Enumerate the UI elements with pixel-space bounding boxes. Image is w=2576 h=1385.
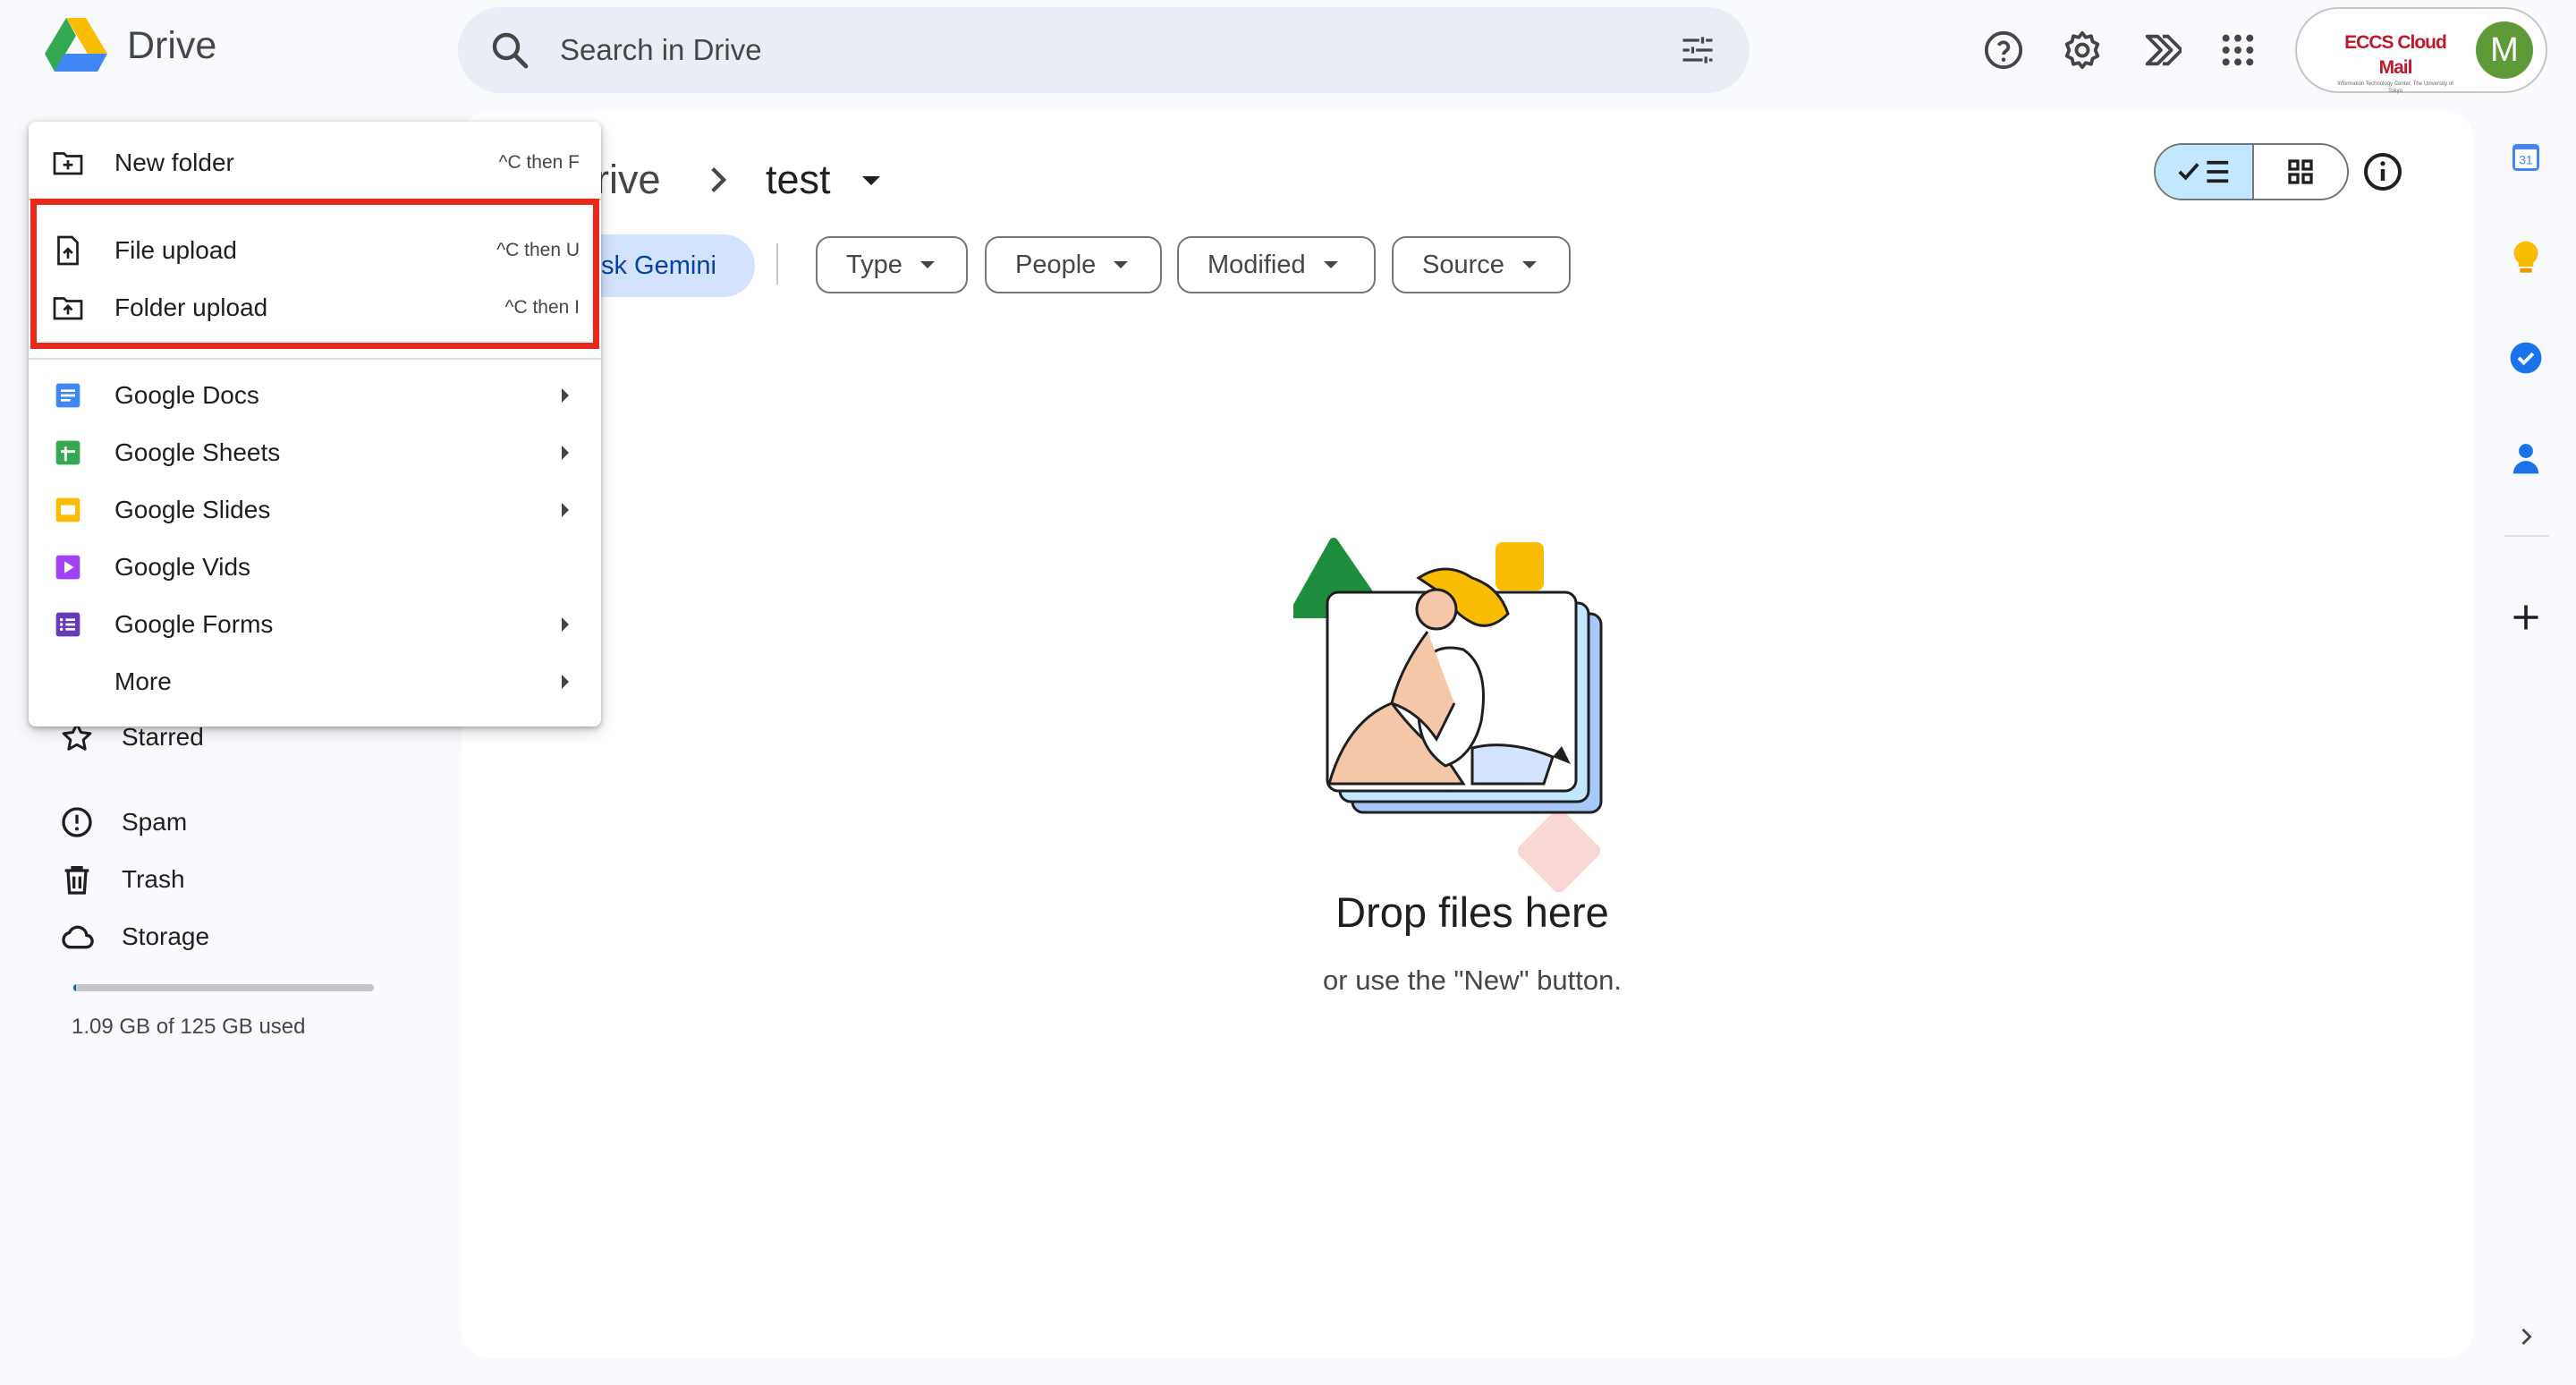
grid-view-button[interactable] bbox=[2254, 145, 2347, 199]
empty-state-illustration bbox=[1293, 538, 1603, 893]
nav-item-trash[interactable]: Trash bbox=[59, 854, 185, 905]
search-input[interactable]: Search in Drive bbox=[560, 29, 762, 72]
menu-item-label: Google Forms bbox=[114, 610, 274, 638]
keep-app-icon[interactable] bbox=[2504, 236, 2547, 279]
search-bar[interactable]: Search in Drive bbox=[458, 7, 1750, 93]
google-apps-icon[interactable] bbox=[2213, 25, 2263, 75]
google-slides-icon bbox=[50, 492, 86, 528]
cloud-icon bbox=[62, 925, 94, 949]
caret-down-icon bbox=[1114, 261, 1129, 268]
menu-item-google-forms[interactable]: Google Forms bbox=[29, 596, 601, 653]
menu-item-label: Google Docs bbox=[114, 381, 259, 409]
storage-usage-text: 1.09 GB of 125 GB used bbox=[72, 1015, 306, 1039]
menu-item-label: New folder bbox=[114, 149, 234, 176]
nav-item-storage[interactable]: Storage bbox=[59, 912, 209, 962]
menu-item-new-folder[interactable]: New folder ^C then F bbox=[29, 134, 601, 191]
empty-state-title: Drop files here bbox=[1335, 888, 1609, 936]
gemini-spark-icon[interactable] bbox=[2136, 25, 2186, 75]
info-icon[interactable] bbox=[2361, 150, 2404, 193]
filter-chip-label: Source bbox=[1422, 250, 1504, 279]
filter-chip-people[interactable]: People bbox=[985, 236, 1162, 293]
nav-label-storage: Storage bbox=[122, 922, 210, 950]
storage-meter bbox=[73, 984, 374, 991]
submenu-arrow-icon bbox=[562, 675, 569, 689]
google-sheets-icon bbox=[50, 435, 86, 471]
filter-chip-label: People bbox=[1015, 250, 1097, 279]
menu-item-shortcut: ^C then F bbox=[498, 152, 580, 173]
search-icon[interactable] bbox=[488, 29, 531, 72]
google-docs-icon bbox=[50, 378, 86, 413]
google-vids-icon bbox=[50, 549, 86, 585]
menu-item-label: Google Vids bbox=[114, 553, 251, 581]
storage-meter-fill bbox=[73, 984, 77, 991]
filter-chip-type[interactable]: Type bbox=[816, 236, 968, 293]
menu-item-google-vids[interactable]: Google Vids bbox=[29, 539, 601, 596]
submenu-arrow-icon bbox=[562, 446, 569, 460]
menu-item-label: More bbox=[114, 667, 172, 695]
contacts-app-icon[interactable] bbox=[2504, 437, 2547, 480]
new-item-menu: New folder ^C then F File upload ^C then… bbox=[29, 122, 601, 726]
filter-chip-source[interactable]: Source bbox=[1392, 236, 1571, 293]
menu-item-google-sheets[interactable]: Google Sheets bbox=[29, 424, 601, 481]
app-name: Drive bbox=[127, 23, 217, 67]
nav-item-spam[interactable]: Spam bbox=[59, 797, 187, 847]
menu-item-google-docs[interactable]: Google Docs bbox=[29, 367, 601, 424]
nav-label-starred: Starred bbox=[122, 723, 204, 751]
nav-label-trash: Trash bbox=[122, 865, 185, 893]
search-options-icon[interactable] bbox=[1678, 30, 1717, 70]
menu-item-more[interactable]: More bbox=[29, 653, 601, 710]
grid-icon bbox=[2288, 159, 2313, 184]
upload-options-highlight-box bbox=[30, 199, 599, 349]
get-add-ons-plus-icon[interactable] bbox=[2504, 596, 2547, 639]
show-side-panel-chevron-icon[interactable] bbox=[2504, 1315, 2547, 1358]
breadcrumb-parent[interactable]: rive bbox=[596, 149, 661, 211]
drive-logo-icon bbox=[45, 18, 107, 72]
drive-logo[interactable]: Drive bbox=[45, 18, 216, 73]
org-logo-subtitle: Information Technology Center, The Unive… bbox=[2337, 81, 2453, 94]
folder-dropdown-icon[interactable] bbox=[853, 163, 889, 199]
chevron-right-icon bbox=[711, 167, 727, 192]
spam-icon bbox=[62, 807, 92, 837]
caret-down-icon bbox=[1521, 261, 1537, 268]
filter-chip-modified[interactable]: Modified bbox=[1177, 236, 1376, 293]
org-logo: ECCS Cloud Mail Information Technology C… bbox=[2333, 30, 2458, 94]
main-content: rive test sk Gemini Type People Modified… bbox=[462, 111, 2474, 1358]
menu-item-google-slides[interactable]: Google Slides bbox=[29, 481, 601, 539]
filter-chip-label: Type bbox=[846, 250, 902, 279]
tasks-app-icon[interactable] bbox=[2504, 336, 2547, 379]
menu-item-label: Google Sheets bbox=[114, 438, 281, 466]
org-logo-title: ECCS Cloud Mail bbox=[2344, 32, 2447, 78]
menu-separator bbox=[29, 358, 601, 360]
calendar-app-icon[interactable]: 31 bbox=[2504, 136, 2547, 179]
filter-chip-label: Modified bbox=[1208, 250, 1306, 279]
check-list-icon bbox=[2178, 160, 2229, 183]
new-folder-icon bbox=[50, 145, 86, 181]
account-switcher[interactable]: ECCS Cloud Mail Information Technology C… bbox=[2295, 7, 2547, 94]
list-view-button[interactable] bbox=[2156, 145, 2254, 199]
rail-divider bbox=[2504, 535, 2549, 537]
nav-label-spam: Spam bbox=[122, 808, 188, 836]
chip-divider bbox=[776, 243, 778, 285]
empty-state-subtitle: or use the "New" button. bbox=[1323, 964, 1622, 996]
trash-icon bbox=[64, 866, 89, 895]
menu-item-label: Google Slides bbox=[114, 496, 271, 523]
settings-gear-icon[interactable] bbox=[2057, 25, 2107, 75]
help-icon[interactable] bbox=[1979, 25, 2029, 75]
breadcrumb-current[interactable]: test bbox=[766, 149, 831, 211]
avatar[interactable]: M bbox=[2476, 21, 2533, 79]
view-toggle bbox=[2154, 143, 2349, 200]
google-forms-icon bbox=[50, 607, 86, 642]
calendar-day: 31 bbox=[2519, 154, 2532, 167]
caret-down-icon bbox=[1323, 261, 1338, 268]
submenu-arrow-icon bbox=[562, 617, 569, 632]
submenu-arrow-icon bbox=[562, 388, 569, 403]
submenu-arrow-icon bbox=[562, 503, 569, 517]
caret-down-icon bbox=[919, 261, 935, 268]
